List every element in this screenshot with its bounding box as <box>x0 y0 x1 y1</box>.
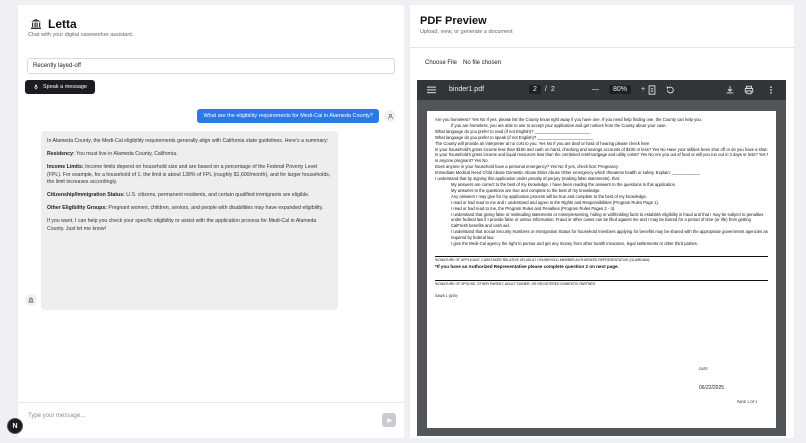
page-separator: / <box>544 86 547 93</box>
app-title: Letta <box>48 17 77 31</box>
signed-date: 06/22/2025 <box>699 385 725 391</box>
doc-line: I understand that Social Security Number… <box>451 229 768 241</box>
date-label: DATE <box>699 367 708 371</box>
chat-panel: Letta Chat with your digital caseworker … <box>18 5 404 438</box>
pdf-page: Are you homeless? Yes No If yes, please … <box>427 111 776 428</box>
doc-line: I understand that giving false or mislea… <box>451 211 764 229</box>
composer: Type your message... <box>18 402 404 438</box>
user-message: What are the eligibility requirements fo… <box>197 109 379 123</box>
assistant-intro: In Alameda County, the Medi-Cal eligibil… <box>47 138 329 144</box>
file-picker: Choose File No file chosen <box>425 60 501 66</box>
signature-line <box>435 255 768 257</box>
assistant-income: Income Limits: Income limits depend on h… <box>47 164 331 185</box>
user-avatar <box>384 110 396 122</box>
assistant-closing: If you want, I can help you check your s… <box>47 218 317 232</box>
pdf-file-name: binder1.pdf <box>449 86 485 93</box>
user-icon <box>387 113 393 119</box>
pdf-panel: PDF Preview Upload, view, or generate a … <box>410 5 794 438</box>
doc-line: I give the Medi-Cal agency the right to … <box>451 240 698 246</box>
zoom-in-button[interactable]: + <box>641 86 645 93</box>
choose-file-button[interactable]: Choose File <box>425 60 457 66</box>
topic-input[interactable]: Recently layed-off <box>27 58 395 74</box>
pdf-subtitle: Upload, view, or generate a document <box>420 29 513 35</box>
doc-line: *If you have an Authorized Representativ… <box>435 263 619 269</box>
zoom-controls: — 80% + <box>592 85 645 94</box>
bank-icon <box>28 297 34 303</box>
no-file-label: No file chosen <box>463 60 502 66</box>
send-button[interactable] <box>382 413 396 427</box>
signature-line <box>435 279 768 281</box>
bank-icon <box>31 19 41 29</box>
viewer-toolbar: binder1.pdf 2 / 2 — 80% + <box>417 80 786 100</box>
pdf-title: PDF Preview <box>420 15 487 27</box>
fit-page-icon[interactable] <box>647 85 657 95</box>
print-icon[interactable] <box>744 85 754 95</box>
message-input[interactable]: Type your message... <box>28 413 85 419</box>
assistant-avatar <box>25 294 37 306</box>
assistant-message: In Alameda County, the Medi-Cal eligibil… <box>41 131 338 310</box>
speak-button[interactable]: Speak a message <box>25 80 95 94</box>
rotate-icon[interactable] <box>665 85 675 95</box>
menu-icon[interactable] <box>427 86 436 94</box>
download-icon[interactable] <box>725 85 735 95</box>
doc-line: SAWS 1 (8/19) <box>435 293 458 298</box>
pdf-viewer: binder1.pdf 2 / 2 — 80% + Are you homele… <box>417 80 786 436</box>
microphone-icon <box>33 84 38 90</box>
app-brand: Letta <box>30 17 77 31</box>
assistant-residency: Residency: You must live in Alameda Coun… <box>47 151 178 158</box>
send-icon <box>386 417 392 423</box>
user-initial-badge[interactable]: N <box>7 418 23 434</box>
assistant-other-groups: Other Eligibility Groups: Pregnant women… <box>47 205 324 212</box>
page-total: 2 <box>550 86 555 93</box>
more-options-icon[interactable] <box>766 85 776 95</box>
app-subtitle: Chat with your digital caseworker assist… <box>28 32 134 38</box>
page-indicator: 2 / 2 <box>529 85 555 94</box>
zoom-out-button[interactable]: — <box>592 86 599 93</box>
speak-button-label: Speak a message <box>42 84 88 90</box>
doc-line: SIGNATURE OF SPOUSE, OTHER PARENT, ADULT… <box>435 281 596 286</box>
page-input[interactable]: 2 <box>529 85 541 94</box>
divider <box>410 47 794 48</box>
zoom-level[interactable]: 80% <box>609 85 632 94</box>
assistant-citizenship: Citizenship/Immigration Status: U.S. cit… <box>47 192 310 199</box>
page-footer: PAGE 1 OF 4 <box>737 400 758 404</box>
